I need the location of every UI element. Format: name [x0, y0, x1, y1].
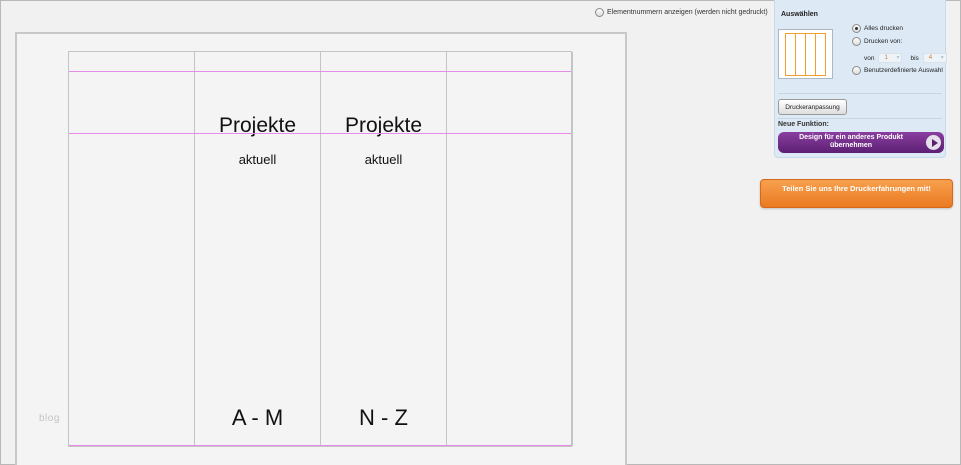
spine-title: Projekte — [218, 114, 297, 137]
guide-line-bottom — [69, 445, 571, 446]
share-feedback-button[interactable]: Teilen Sie uns Ihre Druckerfahrungen mit… — [760, 179, 953, 208]
watermark: blog — [39, 413, 60, 424]
range-to-select[interactable]: 4 — [922, 53, 947, 63]
print-all-label: Alles drucken — [864, 25, 904, 32]
printer-adjustment-button[interactable]: Druckeranpassung — [778, 99, 847, 115]
spine-panel-3: Projekte aktuell N - Z — [321, 52, 447, 446]
thumbnail-panel — [815, 33, 826, 76]
guide-line-top — [69, 71, 571, 72]
print-from-label: Drucken von: — [864, 38, 903, 45]
print-all-radio[interactable] — [852, 24, 861, 33]
spine-panel-1 — [69, 52, 195, 446]
spine-subtitle: aktuell — [238, 152, 277, 167]
custom-selection-radio[interactable] — [852, 66, 861, 75]
spine-panel-4 — [447, 52, 573, 446]
select-heading: Auswählen — [781, 11, 818, 18]
thumbnail-panel — [785, 33, 795, 76]
range-to-label: bis — [910, 54, 919, 62]
print-from-radio[interactable] — [852, 37, 861, 46]
divider — [778, 118, 942, 119]
spine-subtitle: aktuell — [364, 152, 403, 167]
range-from-select[interactable]: 1 — [878, 53, 903, 63]
custom-selection-label: Benutzerdefinierte Auswahl — [864, 67, 943, 74]
apply-design-label: Design für ein anderes Produkt übernehme… — [799, 134, 903, 149]
spine-panel-2: Projekte aktuell A - M — [195, 52, 321, 446]
show-element-numbers-label: Elementnummern anzeigen (werden nicht ge… — [607, 9, 768, 16]
option-custom-selection[interactable]: Benutzerdefinierte Auswahl — [852, 66, 943, 75]
show-element-numbers-checkbox[interactable] — [595, 8, 604, 17]
option-print-from[interactable]: Drucken von: — [852, 37, 902, 46]
thumbnail-panel — [795, 33, 805, 76]
option-print-all[interactable]: Alles drucken — [852, 24, 903, 33]
show-element-numbers-option[interactable]: Elementnummern anzeigen (werden nicht ge… — [595, 8, 768, 17]
divider — [778, 93, 942, 94]
apply-design-button[interactable]: Design für ein anderes Produkt übernehme… — [778, 132, 944, 153]
range-from-label: von — [864, 54, 875, 62]
print-sheet: Projekte aktuell A - M Projekte aktuell … — [68, 51, 573, 447]
print-settings-panel: Auswählen Alles drucken Drucken von: von… — [774, 0, 947, 158]
spine-range: N - Z — [359, 405, 408, 430]
page-range-row: von 1 bis 4 — [864, 53, 947, 63]
play-arrow-icon — [926, 135, 941, 150]
page-thumbnail[interactable] — [778, 29, 833, 79]
spine-title: Projekte — [344, 114, 423, 137]
guide-line-middle — [69, 133, 571, 134]
thumbnail-panel — [805, 33, 815, 76]
new-feature-label: Neue Funktion: — [778, 121, 829, 128]
spine-range: A - M — [231, 405, 284, 430]
thumbnail-panels — [785, 33, 826, 76]
